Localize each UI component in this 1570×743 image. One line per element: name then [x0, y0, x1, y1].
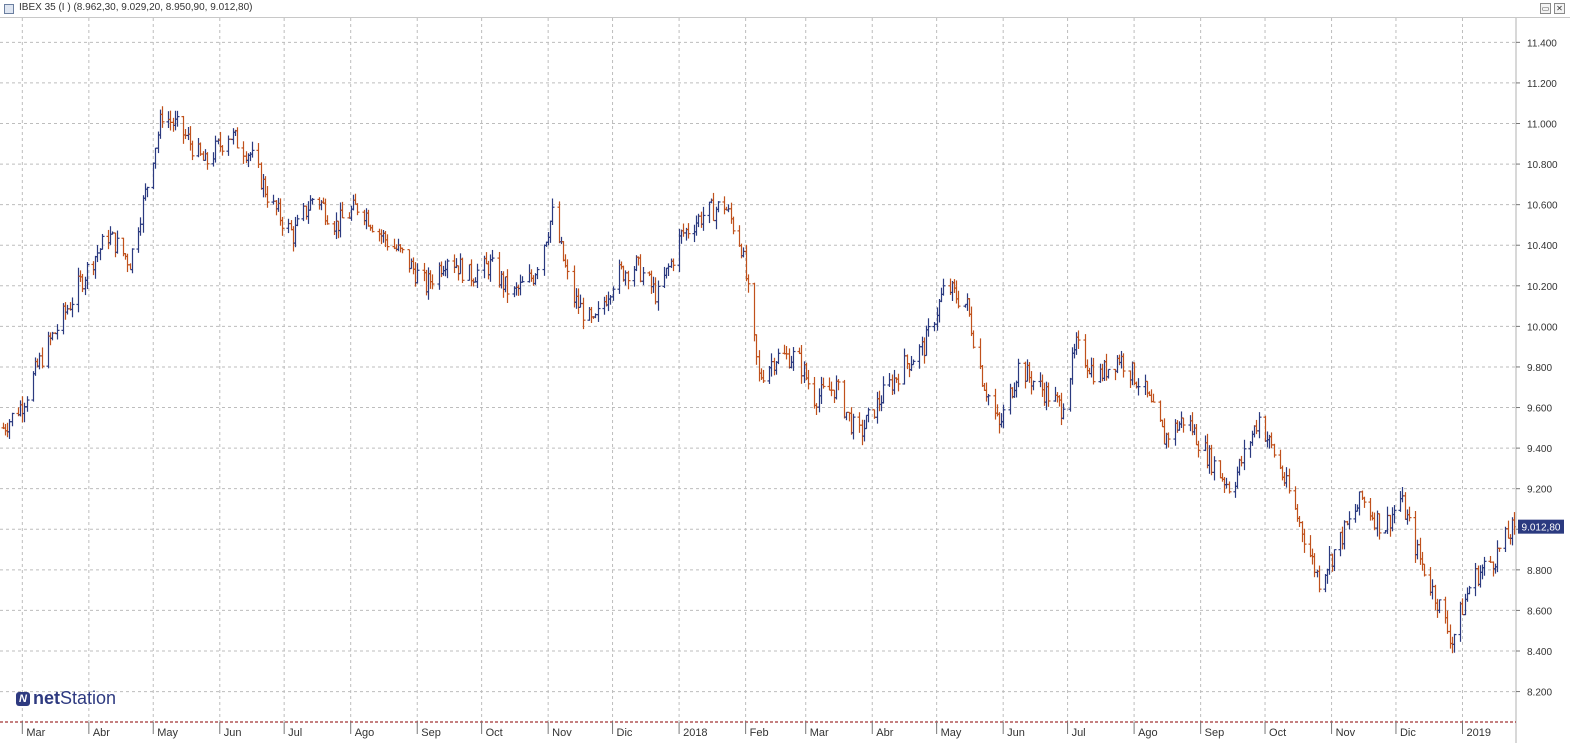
price-chart[interactable]: 8.2008.4008.6008.8009.0009.2009.4009.600… [0, 18, 1570, 743]
x-tick-label: Ago [1138, 727, 1158, 739]
x-tick-label: Abr [876, 727, 893, 739]
chart-background [0, 18, 1570, 743]
y-tick-label: 8.600 [1527, 606, 1552, 617]
x-tick-label: Feb [750, 727, 769, 739]
x-tick-label: Dic [617, 727, 633, 739]
y-tick-label: 10.600 [1527, 201, 1558, 212]
y-tick-label: 10.400 [1527, 241, 1558, 252]
netstation-logo-icon: N [16, 692, 30, 706]
y-tick-label: 10.000 [1527, 322, 1558, 333]
x-tick-label: Mar [26, 727, 45, 739]
chart-window-icon [4, 4, 14, 14]
last-price-label: 9.012,80 [1522, 523, 1561, 534]
x-tick-label: May [157, 727, 178, 739]
netstation-logo: NnetStation [16, 688, 116, 709]
x-tick-label: Oct [486, 727, 503, 739]
y-tick-label: 9.600 [1527, 404, 1552, 415]
x-tick-label: Mar [810, 727, 829, 739]
y-tick-label: 9.400 [1527, 444, 1552, 455]
y-tick-label: 9.200 [1527, 485, 1552, 496]
y-tick-label: 10.800 [1527, 160, 1558, 171]
y-tick-label: 11.400 [1527, 38, 1557, 49]
y-tick-label: 8.400 [1527, 647, 1552, 658]
x-tick-label: Jun [1007, 727, 1025, 739]
window-title: IBEX 35 (I ) (8.962,30, 9.029,20, 8.950,… [19, 2, 253, 13]
x-tick-label: Jul [288, 727, 302, 739]
x-tick-label: May [941, 727, 962, 739]
y-tick-label: 9.800 [1527, 363, 1552, 374]
close-window-button[interactable]: ✕ [1554, 3, 1565, 14]
x-tick-label: Abr [93, 727, 110, 739]
x-tick-label: Nov [1336, 727, 1356, 739]
y-tick-label: 11.200 [1527, 79, 1557, 90]
restore-window-button[interactable]: ▭ [1540, 3, 1551, 14]
y-tick-label: 10.200 [1527, 282, 1558, 293]
y-tick-label: 11.000 [1527, 119, 1557, 130]
x-tick-label: Nov [552, 727, 572, 739]
x-tick-label: 2018 [683, 727, 707, 739]
x-tick-label: Oct [1269, 727, 1286, 739]
x-tick-label: Jun [224, 727, 242, 739]
x-tick-label: Dic [1400, 727, 1416, 739]
x-tick-label: Sep [421, 727, 441, 739]
y-tick-label: 8.800 [1527, 566, 1552, 577]
window-titlebar: IBEX 35 (I ) (8.962,30, 9.029,20, 8.950,… [0, 0, 1570, 18]
y-tick-label: 8.200 [1527, 688, 1552, 699]
x-tick-label: Ago [355, 727, 375, 739]
x-tick-label: Sep [1205, 727, 1225, 739]
last-price-badge: 9.012,80 [1518, 519, 1564, 534]
x-tick-label: Jul [1072, 727, 1086, 739]
x-tick-label: 2019 [1466, 727, 1490, 739]
